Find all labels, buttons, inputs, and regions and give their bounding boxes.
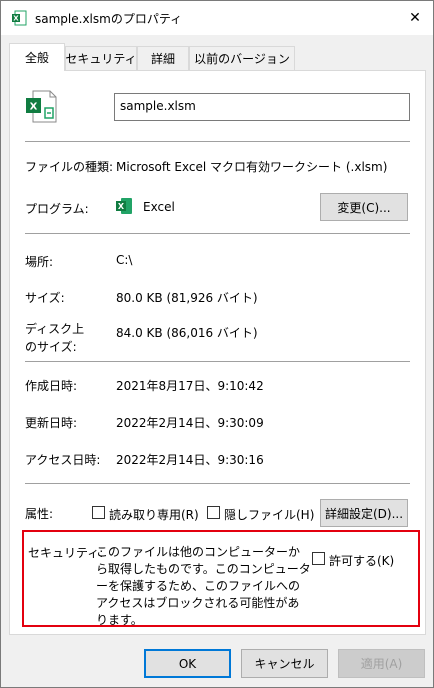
svg-text:X: X [118, 202, 125, 211]
file-type-value: Microsoft Excel マクロ有効ワークシート (.xlsm) [116, 160, 388, 174]
accessed-label: アクセス日時: [25, 453, 101, 467]
excel-file-large-icon: X [23, 89, 59, 125]
size-label: サイズ: [25, 291, 65, 305]
location-label: 場所: [25, 255, 54, 269]
tab-details[interactable]: 詳細 [137, 46, 189, 70]
tab-general[interactable]: 全般 [9, 43, 65, 71]
title-bar[interactable]: X sample.xlsmのプロパティ ✕ [1, 1, 433, 35]
separator [25, 483, 410, 484]
readonly-label: 読み取り専用(R) [109, 508, 199, 522]
modified-label: 更新日時: [25, 416, 78, 430]
file-type-label: ファイルの種類: [25, 160, 114, 174]
change-program-button[interactable]: 変更(C)... [320, 193, 408, 221]
attributes-label: 属性: [25, 507, 54, 521]
ok-button[interactable]: OK [144, 649, 231, 678]
window-title: sample.xlsmのプロパティ [35, 12, 183, 26]
excel-app-icon: X [115, 197, 133, 215]
advanced-attributes-button[interactable]: 詳細設定(D)... [320, 499, 408, 527]
properties-dialog: X sample.xlsmのプロパティ ✕ 全般 セキュリティ 詳細 以前のバー… [0, 0, 434, 688]
separator [25, 361, 410, 362]
separator [25, 141, 410, 142]
program-value: Excel [143, 200, 175, 214]
excel-file-icon: X [11, 10, 27, 26]
disk-size-value: 84.0 KB (86,016 バイト) [116, 326, 258, 340]
readonly-checkbox[interactable] [92, 506, 105, 519]
separator [25, 233, 410, 234]
apply-button[interactable]: 適用(A) [338, 649, 425, 678]
hidden-checkbox[interactable] [207, 506, 220, 519]
svg-text:X: X [30, 102, 38, 113]
created-value: 2021年8月17日、9:10:42 [116, 379, 264, 393]
size-value: 80.0 KB (81,926 バイト) [116, 291, 258, 305]
cancel-button[interactable]: キャンセル [241, 649, 328, 678]
file-name-input[interactable]: sample.xlsm [114, 93, 410, 121]
program-label: プログラム: [25, 202, 89, 216]
hidden-label: 隠しファイル(H) [224, 508, 315, 522]
svg-text:X: X [13, 15, 19, 23]
unblock-checkbox[interactable] [312, 552, 325, 565]
disk-size-label-line1: ディスク上 [25, 322, 85, 336]
tab-security[interactable]: セキュリティ [65, 46, 137, 70]
security-warning-text: このファイルは他のコンピューターから取得したものです。このコンピューターを保護す… [96, 545, 311, 627]
tab-previous-versions[interactable]: 以前のバージョン [189, 46, 295, 70]
location-value: C:\ [116, 253, 133, 267]
unblock-label: 許可する(K) [329, 554, 395, 568]
disk-size-label-line2: のサイズ: [25, 340, 77, 354]
modified-value: 2022年2月14日、9:30:09 [116, 416, 264, 430]
accessed-value: 2022年2月14日、9:30:16 [116, 453, 264, 467]
created-label: 作成日時: [25, 379, 78, 393]
close-icon: ✕ [409, 10, 421, 26]
security-label: セキュリティ: [28, 546, 104, 560]
close-button[interactable]: ✕ [397, 1, 433, 35]
